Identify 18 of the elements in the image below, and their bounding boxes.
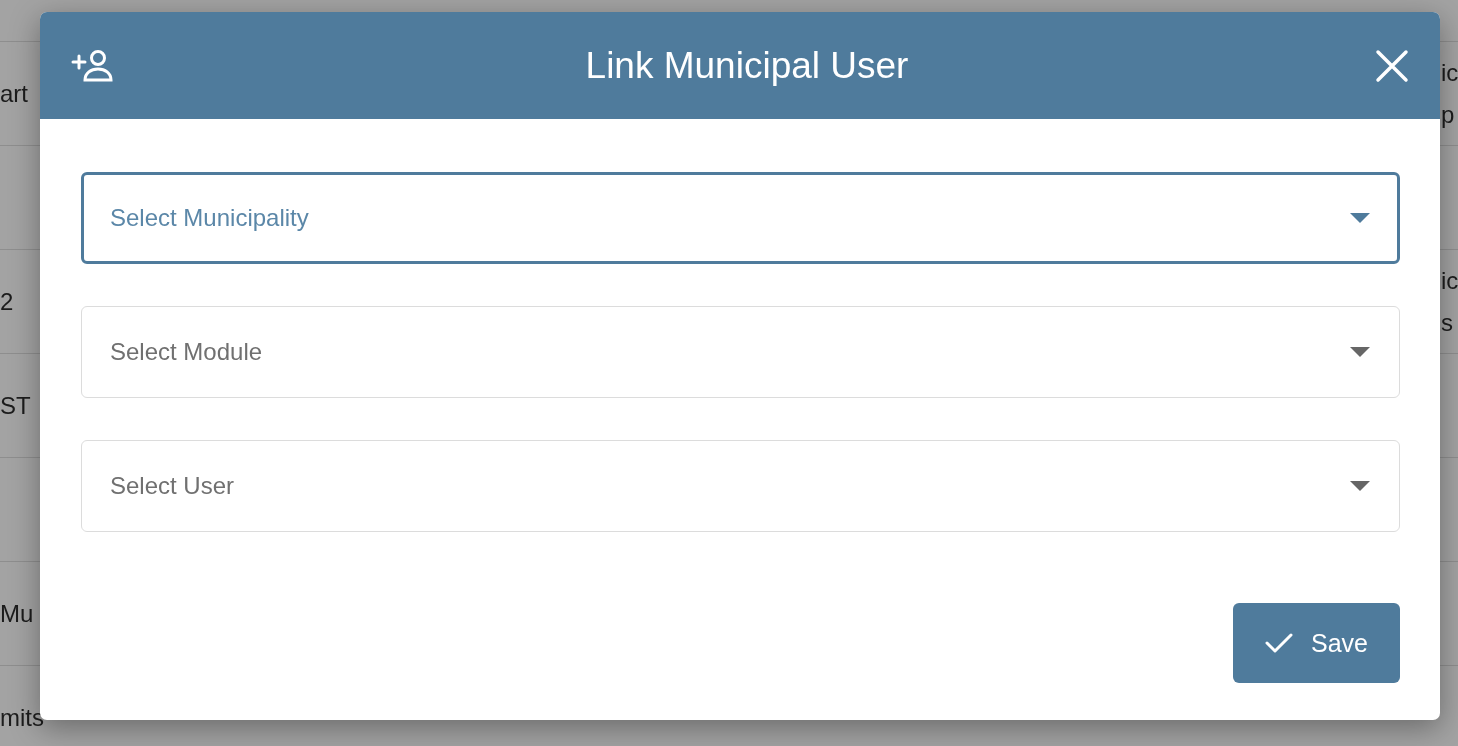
table-cell: 2	[0, 287, 14, 315]
check-icon	[1265, 632, 1293, 654]
dropdown-field[interactable]: Select Municipality	[81, 172, 1400, 264]
close-icon	[1375, 48, 1409, 83]
caret-icon	[1350, 481, 1370, 491]
table-cell-text: p	[1441, 100, 1456, 129]
caret-icon	[1350, 213, 1370, 223]
close-button[interactable]	[1375, 48, 1409, 83]
save-button[interactable]: Save	[1233, 603, 1400, 683]
table-cell: Mu	[0, 599, 34, 627]
table-cell: mits	[0, 703, 44, 731]
table-cell: ic	[1441, 58, 1458, 87]
table-cell: ic	[1441, 266, 1458, 295]
table-cell: ST	[0, 391, 31, 419]
dialog-title: Link Municipal User	[585, 44, 909, 87]
table-cell: art	[0, 79, 28, 107]
caret-icon	[1350, 347, 1370, 357]
table-cell-text: s	[1441, 308, 1454, 337]
